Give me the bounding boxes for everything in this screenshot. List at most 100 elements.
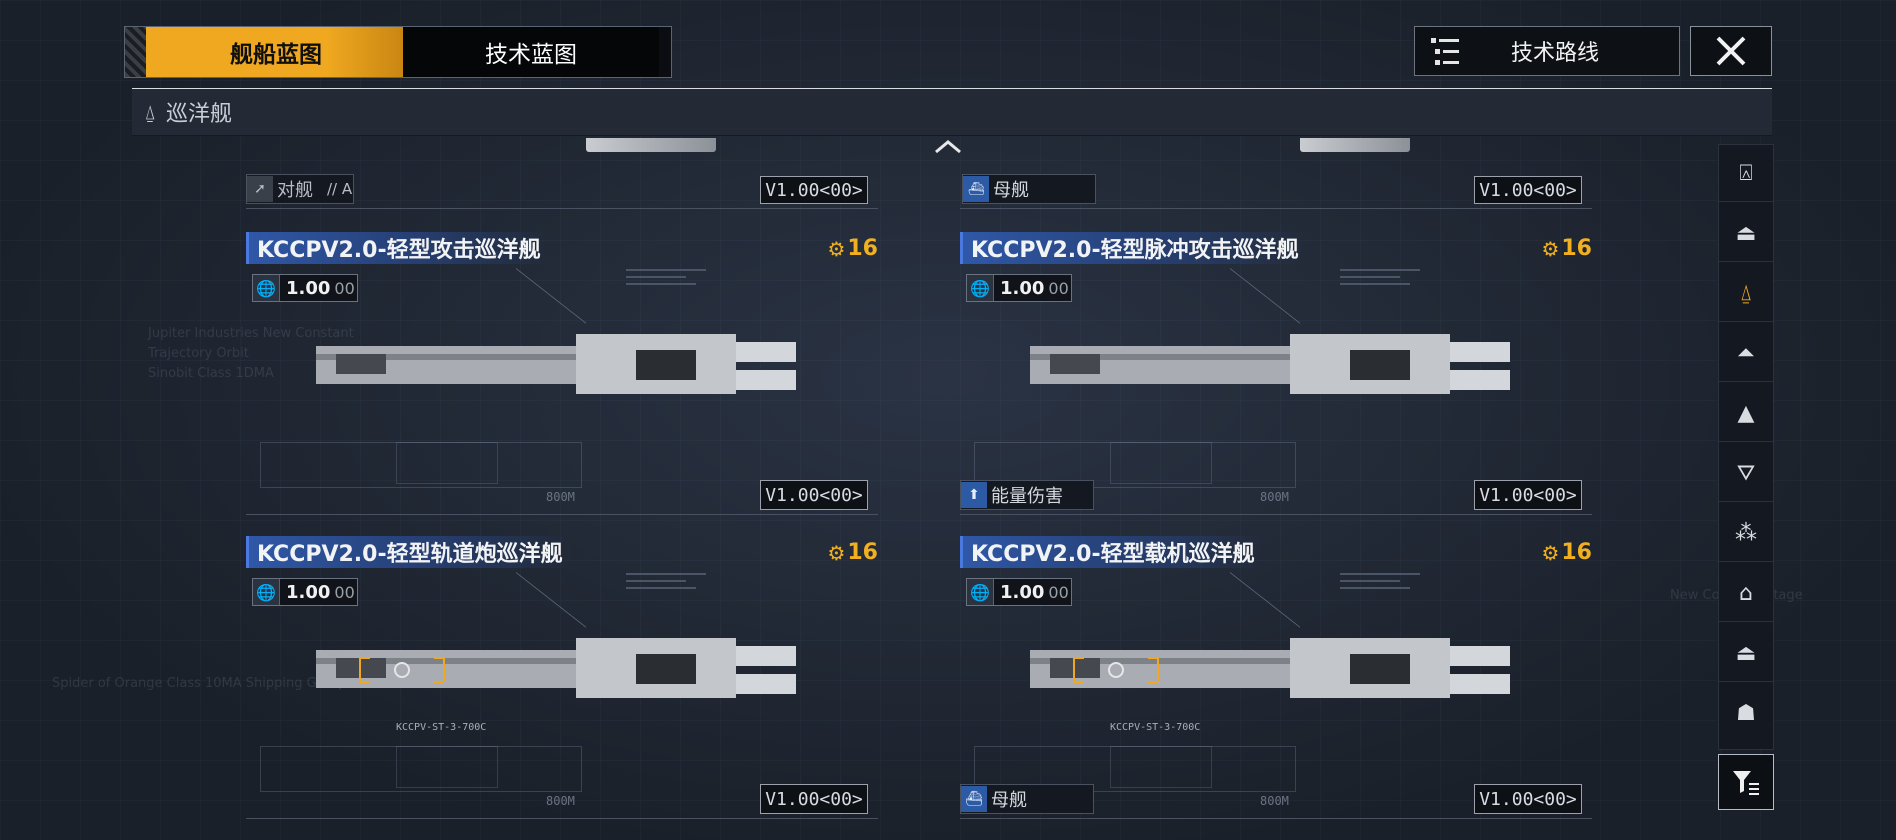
version-sub: 00 bbox=[1048, 278, 1069, 298]
model-code: V1.00<00> bbox=[1474, 784, 1582, 814]
role-badge: ⛴ 母舰 bbox=[962, 174, 1096, 204]
divider bbox=[960, 208, 1592, 209]
version-badge: 🌐 1.00 00 bbox=[966, 274, 1072, 302]
cost-badge: ⚙ 16 bbox=[1541, 236, 1592, 261]
cost-value: 16 bbox=[847, 236, 878, 261]
cost-value: 16 bbox=[1561, 236, 1592, 261]
role-badge-label: 能量伤害 bbox=[991, 486, 1063, 507]
model-code: V1.00<00> bbox=[760, 480, 868, 510]
ship-image-partial bbox=[1300, 138, 1410, 152]
blueprint-tab-bar: 舰船蓝图 技术蓝图 bbox=[124, 26, 672, 78]
ship-name: KCCPV2.0-轻型脉冲攻击巡洋舰 bbox=[960, 232, 1307, 264]
category-title: 巡洋舰 bbox=[166, 102, 233, 127]
ship-card[interactable]: KCCPV2.0-轻型攻击巡洋舰 ⚙ 16 🌐 1.00 00 800M V1.00<… bbox=[246, 232, 878, 532]
length-label: 800M bbox=[546, 490, 575, 504]
model-code: V1.00<00> bbox=[1474, 176, 1582, 204]
version-value: 1.00 bbox=[286, 581, 331, 603]
ship-name: KCCPV2.0-轻型载机巡洋舰 bbox=[960, 536, 1263, 568]
version-badge: 🌐 1.00 00 bbox=[252, 578, 358, 606]
length-label: 800M bbox=[1260, 490, 1289, 504]
category-header: ⍙ 巡洋舰 bbox=[132, 88, 1772, 136]
tech-route-button[interactable]: 技术路线 bbox=[1414, 26, 1680, 76]
cost-badge: ⚙ 16 bbox=[827, 540, 878, 565]
battleship-icon[interactable]: ⍓ bbox=[1719, 145, 1773, 202]
blueprint-sketch bbox=[396, 442, 498, 484]
role-badge: ⬆ 能量伤害 bbox=[960, 480, 1094, 510]
ship-card[interactable]: KCCPV2.0-轻型轨道炮巡洋舰 ⚙ 16 🌐 1.00 00 KCCPV-ST-3… bbox=[246, 536, 878, 836]
tech-tree-icon bbox=[1431, 36, 1461, 66]
frigate-icon[interactable]: ▲ bbox=[1719, 385, 1773, 442]
role-badge: ➚ 对舰 // A bbox=[246, 174, 354, 204]
ship-image-partial bbox=[586, 138, 716, 152]
version-badge: 🌐 1.00 00 bbox=[966, 578, 1072, 606]
role-badge: ⛴ 母舰 bbox=[960, 784, 1094, 814]
ship-image bbox=[1030, 324, 1530, 404]
filter-icon bbox=[1733, 771, 1759, 795]
partial-ship-card[interactable]: ⛴ 母舰 V1.00<00> bbox=[960, 138, 1592, 210]
role-badge-label: 对舰 bbox=[277, 180, 313, 201]
partial-ship-card[interactable]: ➚ 对舰 // A V1.00<00> bbox=[246, 138, 878, 210]
ship-name: KCCPV2.0-轻型攻击巡洋舰 bbox=[246, 232, 549, 264]
model-code: V1.00<00> bbox=[760, 784, 868, 814]
cost-icon: ⚙ bbox=[827, 540, 846, 565]
destroyer-icon[interactable]: ⏶ bbox=[1719, 325, 1773, 382]
version-badge: 🌐 1.00 00 bbox=[252, 274, 358, 302]
part-tag: KCCPV-ST-3-700C bbox=[1110, 722, 1201, 733]
version-sub: 00 bbox=[334, 278, 355, 298]
blueprint-sketch bbox=[1110, 746, 1212, 788]
weapon-target-marker bbox=[359, 657, 445, 683]
close-icon bbox=[1716, 36, 1746, 66]
spec-notes bbox=[626, 264, 726, 304]
tech-route-label: 技术路线 bbox=[1510, 41, 1599, 66]
tab-ship-blueprint[interactable]: 舰船蓝图 bbox=[149, 27, 403, 77]
cost-value: 16 bbox=[1561, 540, 1592, 565]
carrier-icon: ⛴ bbox=[961, 786, 987, 812]
divider bbox=[246, 208, 878, 209]
divider bbox=[246, 514, 878, 515]
model-code: V1.00<00> bbox=[760, 176, 868, 204]
version-value: 1.00 bbox=[286, 277, 331, 299]
corvette-icon[interactable]: ⛛ bbox=[1719, 445, 1773, 502]
dome-icon[interactable]: ⏏ bbox=[1719, 625, 1773, 682]
length-label: 800M bbox=[1260, 794, 1289, 808]
carrier-icon: ⛴ bbox=[963, 176, 989, 202]
spec-notes bbox=[1340, 568, 1440, 608]
divider bbox=[246, 818, 878, 819]
close-button[interactable] bbox=[1690, 26, 1772, 76]
cost-icon: ⚙ bbox=[1541, 236, 1560, 261]
cruiser-icon: ⍙ bbox=[144, 100, 156, 124]
ship-class-sidebar: ⍓ ⏏ ⍙ ⏶ ▲ ⛛ ⁂ ⌂ ⏏ ☗ bbox=[1718, 144, 1774, 750]
version-value: 1.00 bbox=[1000, 581, 1045, 603]
role-badge-label: 母舰 bbox=[991, 790, 1027, 811]
version-sub: 00 bbox=[1048, 582, 1069, 602]
role-badge-suffix: // A bbox=[327, 180, 353, 198]
cruiser-icon[interactable]: ⍙ bbox=[1719, 265, 1773, 322]
divider bbox=[960, 818, 1592, 819]
hangar-icon[interactable]: ⌂ bbox=[1719, 565, 1773, 622]
blueprint-sketch bbox=[396, 746, 498, 788]
cost-value: 16 bbox=[847, 540, 878, 565]
spec-notes bbox=[1340, 264, 1440, 304]
energy-damage-icon: ⬆ bbox=[961, 482, 987, 508]
fighter-icon[interactable]: ⁂ bbox=[1719, 505, 1773, 562]
blueprint-sketch bbox=[1110, 442, 1212, 484]
ship-card[interactable]: KCCPV2.0-轻型载机巡洋舰 ⚙ 16 🌐 1.00 00 KCCPV-ST-3-… bbox=[960, 536, 1592, 836]
ship-name: KCCPV2.0-轻型轨道炮巡洋舰 bbox=[246, 536, 571, 568]
ship-card[interactable]: KCCPV2.0-轻型脉冲攻击巡洋舰 ⚙ 16 🌐 1.00 00 ⬆ 能量伤害 800… bbox=[960, 232, 1592, 532]
carrier-icon[interactable]: ⏏ bbox=[1719, 205, 1773, 262]
role-badge-label: 母舰 bbox=[993, 180, 1029, 201]
cost-badge: ⚙ 16 bbox=[1541, 540, 1592, 565]
cost-icon: ⚙ bbox=[1541, 540, 1560, 565]
weapon-target-marker bbox=[1073, 657, 1159, 683]
cost-icon: ⚙ bbox=[827, 236, 846, 261]
divider bbox=[960, 514, 1592, 515]
length-label: 800M bbox=[546, 794, 575, 808]
ship-image bbox=[316, 324, 816, 404]
tab-tech-blueprint[interactable]: 技术蓝图 bbox=[403, 27, 659, 77]
anti-ship-icon: ➚ bbox=[247, 176, 273, 202]
shelter-icon[interactable]: ☗ bbox=[1719, 685, 1773, 741]
globe-icon: 🌐 bbox=[967, 275, 994, 301]
globe-icon: 🌐 bbox=[253, 275, 280, 301]
filter-button[interactable] bbox=[1718, 754, 1774, 810]
version-sub: 00 bbox=[334, 582, 355, 602]
